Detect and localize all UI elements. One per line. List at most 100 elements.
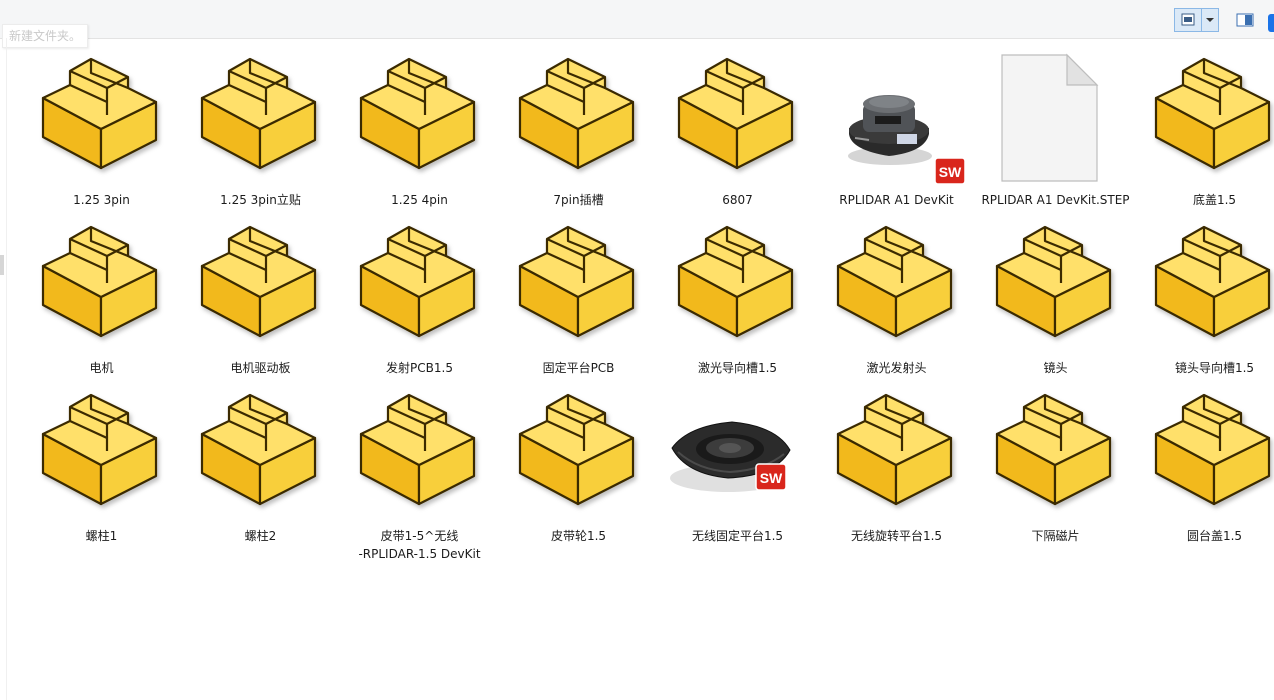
file-name-label: 无线旋转平台1.5: [850, 529, 943, 543]
file-name-label: 电机驱动板: [230, 361, 291, 375]
solidworks-part-icon: [677, 57, 794, 170]
file-item[interactable]: SW 无线固定平台1.5: [658, 378, 817, 546]
file-item[interactable]: 1.25 4pin: [340, 42, 499, 210]
solidworks-part-icon: [1135, 210, 1274, 354]
solidworks-part-icon: [658, 42, 817, 186]
file-item[interactable]: RPLIDAR A1 DevKit.STEP: [976, 42, 1135, 210]
solidworks-part-icon: [340, 42, 499, 186]
blank-file-icon: [976, 42, 1135, 186]
solidworks-part-icon: [41, 57, 158, 170]
solidworks-part-icon: [995, 393, 1112, 506]
solidworks-part-icon: [200, 393, 317, 506]
solidworks-part-icon: [359, 393, 476, 506]
solidworks-part-icon: [817, 210, 976, 354]
svg-text:SW: SW: [939, 164, 962, 180]
file-item[interactable]: 固定平台PCB: [499, 210, 658, 378]
solidworks-part-icon: [340, 210, 499, 354]
file-name-label: RPLIDAR A1 DevKit.STEP: [981, 193, 1130, 207]
file-name-label: 螺柱1: [85, 529, 118, 543]
file-name-label: 圆台盖1.5: [1186, 529, 1243, 543]
file-item[interactable]: 电机驱动板: [181, 210, 340, 378]
file-item[interactable]: 镜头: [976, 210, 1135, 378]
solidworks-part-icon: [340, 378, 499, 522]
solidworks-part-icon: [518, 225, 635, 338]
file-name-label: 镜头: [1043, 361, 1068, 375]
solidworks-part-thumbnail: SW: [658, 378, 817, 522]
file-name-label: 皮带轮1.5: [550, 529, 607, 543]
file-item[interactable]: 激光发射头: [817, 210, 976, 378]
solidworks-part-icon: [995, 225, 1112, 338]
solidworks-part-icon: [181, 42, 340, 186]
file-item[interactable]: 底盖1.5: [1135, 42, 1274, 210]
change-view-button[interactable]: [1174, 8, 1202, 32]
solidworks-part-icon: [499, 378, 658, 522]
solidworks-part-icon: [41, 225, 158, 338]
file-name-label: 激光发射头: [866, 361, 927, 375]
file-name-label: 电机: [89, 361, 114, 375]
file-item[interactable]: 圆台盖1.5: [1135, 378, 1274, 546]
solidworks-part-icon: [1154, 225, 1271, 338]
view-options-dropdown[interactable]: [1201, 8, 1219, 32]
file-name-label: 1.25 4pin: [391, 193, 448, 207]
preview-pane-icon: [1236, 13, 1254, 27]
file-item[interactable]: 螺柱1: [22, 378, 181, 546]
solidworks-part-icon: [41, 393, 158, 506]
file-item[interactable]: 无线旋转平台1.5: [817, 378, 976, 546]
solidworks-part-icon: [200, 57, 317, 170]
solidworks-part-icon: [359, 57, 476, 170]
file-item[interactable]: SW RPLIDAR A1 DevKit: [817, 42, 976, 210]
file-item[interactable]: 皮带1-5^无线 -RPLIDAR-1.5 DevKit: [340, 378, 499, 561]
solidworks-part-thumbnail: SW: [670, 421, 791, 492]
file-item[interactable]: 激光导向槽1.5: [658, 210, 817, 378]
file-item[interactable]: 6807: [658, 42, 817, 210]
file-name-label: 无线固定平台1.5: [691, 529, 784, 543]
solidworks-part-icon: [22, 378, 181, 522]
solidworks-part-icon: [836, 393, 953, 506]
navigation-pane-edge: [0, 38, 7, 700]
solidworks-part-icon: [22, 42, 181, 186]
file-item[interactable]: 1.25 3pin: [22, 42, 181, 210]
file-item[interactable]: 电机: [22, 210, 181, 378]
solidworks-badge-icon: SW: [934, 157, 966, 185]
file-item[interactable]: 7pin插槽: [499, 42, 658, 210]
file-name-label: 6807: [722, 193, 753, 207]
pane-resize-handle[interactable]: [0, 255, 4, 275]
file-name-label: 激光导向槽1.5: [697, 361, 778, 375]
file-name-label: 1.25 3pin立贴: [220, 193, 301, 207]
file-item[interactable]: 皮带轮1.5: [499, 378, 658, 546]
explorer-toolbar: [0, 0, 1274, 39]
file-name-label: 固定平台PCB: [542, 361, 615, 375]
chevron-down-icon: [1206, 18, 1214, 22]
solidworks-part-icon: [1135, 42, 1274, 186]
solidworks-part-icon: [200, 225, 317, 338]
file-name-label: 7pin插槽: [553, 193, 604, 207]
solidworks-part-icon: [836, 225, 953, 338]
large-icons-view-icon: [1181, 13, 1195, 26]
solidworks-part-icon: [22, 210, 181, 354]
file-name-label: 下隔磁片: [1031, 529, 1080, 543]
window-edge-accent: [1268, 14, 1274, 32]
file-item[interactable]: 螺柱2: [181, 378, 340, 546]
solidworks-part-icon: [658, 210, 817, 354]
file-item[interactable]: 1.25 3pin立贴: [181, 42, 340, 210]
solidworks-part-icon: [817, 378, 976, 522]
file-item[interactable]: 发射PCB1.5: [340, 210, 499, 378]
file-name-label: 底盖1.5: [1192, 193, 1237, 207]
solidworks-assembly-thumbnail: SW: [848, 95, 966, 185]
solidworks-assembly-thumbnail: SW: [817, 42, 976, 186]
solidworks-part-icon: [976, 378, 1135, 522]
solidworks-part-icon: [1154, 57, 1271, 170]
solidworks-part-icon: [976, 210, 1135, 354]
file-name-label: RPLIDAR A1 DevKit: [839, 193, 954, 207]
file-grid: 1.25 3pin 1.25 3pin立贴 1.25 4pin 7pin插槽 6…: [22, 42, 1274, 561]
solidworks-part-icon: [499, 210, 658, 354]
solidworks-part-icon: [181, 378, 340, 522]
solidworks-part-icon: [1154, 393, 1271, 506]
file-item[interactable]: 下隔磁片: [976, 378, 1135, 546]
solidworks-part-icon: [181, 210, 340, 354]
preview-pane-button[interactable]: [1231, 8, 1257, 32]
blank-file-icon: [1001, 53, 1099, 182]
file-name-label: 1.25 3pin: [73, 193, 130, 207]
file-item[interactable]: 镜头导向槽1.5: [1135, 210, 1274, 378]
solidworks-part-icon: [499, 42, 658, 186]
